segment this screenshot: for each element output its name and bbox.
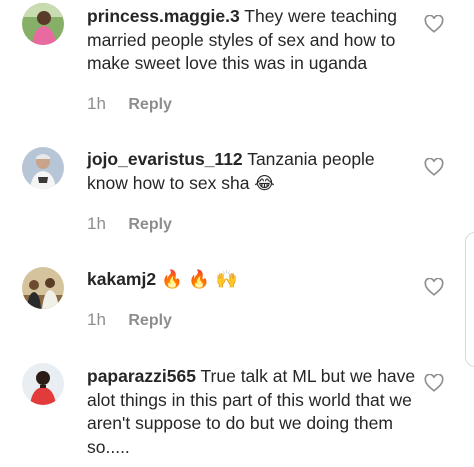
comment-meta: 1h Reply bbox=[87, 214, 172, 234]
reply-button[interactable]: Reply bbox=[128, 216, 172, 234]
avatar-photo-icon bbox=[22, 363, 64, 405]
comment-text-block: jojo_evaristus_112 Tanzania people know … bbox=[87, 148, 417, 195]
comment-username[interactable]: kakamj2 bbox=[87, 269, 156, 289]
like-heart-icon[interactable] bbox=[424, 158, 444, 176]
avatar-photo-icon bbox=[22, 267, 64, 309]
comment-meta: 1h Reply bbox=[87, 94, 172, 114]
comment-text-block: kakamj2 🔥 🔥 🙌 bbox=[87, 268, 417, 293]
comment-username[interactable]: princess.maggie.3 bbox=[87, 6, 240, 26]
like-heart-icon[interactable] bbox=[424, 15, 444, 33]
scrollbar-edge[interactable] bbox=[465, 232, 474, 367]
comment-meta: 1h Reply bbox=[87, 310, 172, 330]
comment-username[interactable]: paparazzi565 bbox=[87, 366, 196, 386]
avatar[interactable] bbox=[22, 3, 64, 45]
avatar[interactable] bbox=[22, 147, 64, 189]
comment-time: 1h bbox=[87, 310, 106, 329]
comment-time: 1h bbox=[87, 214, 106, 233]
reply-button[interactable]: Reply bbox=[128, 96, 172, 114]
like-heart-icon[interactable] bbox=[424, 374, 444, 392]
comment-text-block: paparazzi565 True talk at ML but we have… bbox=[87, 365, 417, 459]
avatar-photo-icon bbox=[22, 147, 64, 189]
comment-time: 1h bbox=[87, 94, 106, 113]
avatar[interactable] bbox=[22, 363, 64, 405]
avatar[interactable] bbox=[22, 267, 64, 309]
comment-text-block: princess.maggie.3 They were teaching mar… bbox=[87, 5, 417, 76]
reply-button[interactable]: Reply bbox=[128, 312, 172, 330]
comment-body: 🔥 🔥 🙌 bbox=[160, 270, 238, 290]
comment-username[interactable]: jojo_evaristus_112 bbox=[87, 149, 243, 169]
avatar-photo-icon bbox=[22, 3, 64, 45]
like-heart-icon[interactable] bbox=[424, 278, 444, 296]
